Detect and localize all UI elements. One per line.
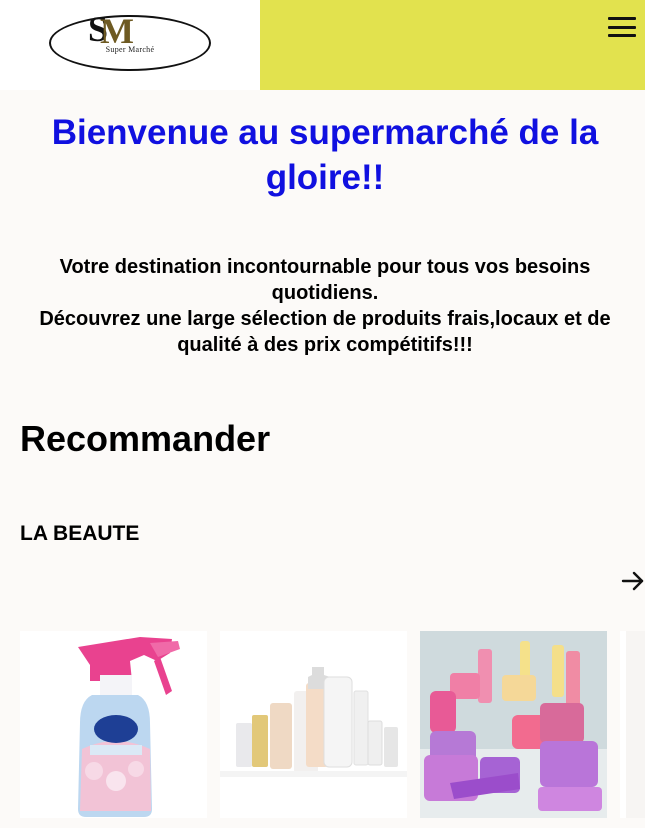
logo-letter-m: M: [100, 11, 134, 51]
menu-line: [608, 34, 636, 37]
logo-text: Super Marché: [105, 45, 155, 54]
recommend-heading: Recommander: [20, 418, 271, 459]
hamburger-menu-icon[interactable]: [608, 14, 636, 40]
menu-line: [608, 17, 636, 20]
product-card[interactable]: [20, 631, 207, 828]
logo-area[interactable]: S M Super Marché: [0, 0, 260, 90]
product-card[interactable]: [420, 631, 607, 828]
arrow-right-icon[interactable]: [620, 568, 645, 594]
intro-text: Votre destination incontournable pour to…: [20, 254, 630, 358]
intro-line-2: Découvrez une large sélection de produit…: [39, 308, 611, 356]
header-bar: [260, 0, 645, 90]
product-image-partial: [620, 631, 645, 818]
logo-mark: S M: [86, 11, 136, 51]
air-freshener-image: [20, 631, 207, 818]
product-card[interactable]: [620, 631, 645, 828]
intro-line-1: Votre destination incontournable pour to…: [59, 256, 591, 304]
arrow-right-svg: [621, 571, 644, 591]
skincare-set-image: [220, 631, 407, 818]
cosmetics-image: [420, 631, 607, 818]
menu-line: [608, 25, 636, 29]
category-heading: LA BEAUTE: [20, 522, 140, 545]
site-header: S M Super Marché: [0, 0, 645, 90]
product-card[interactable]: [220, 631, 407, 828]
welcome-title: Bienvenue au supermarché de la gloire!!: [51, 113, 599, 197]
